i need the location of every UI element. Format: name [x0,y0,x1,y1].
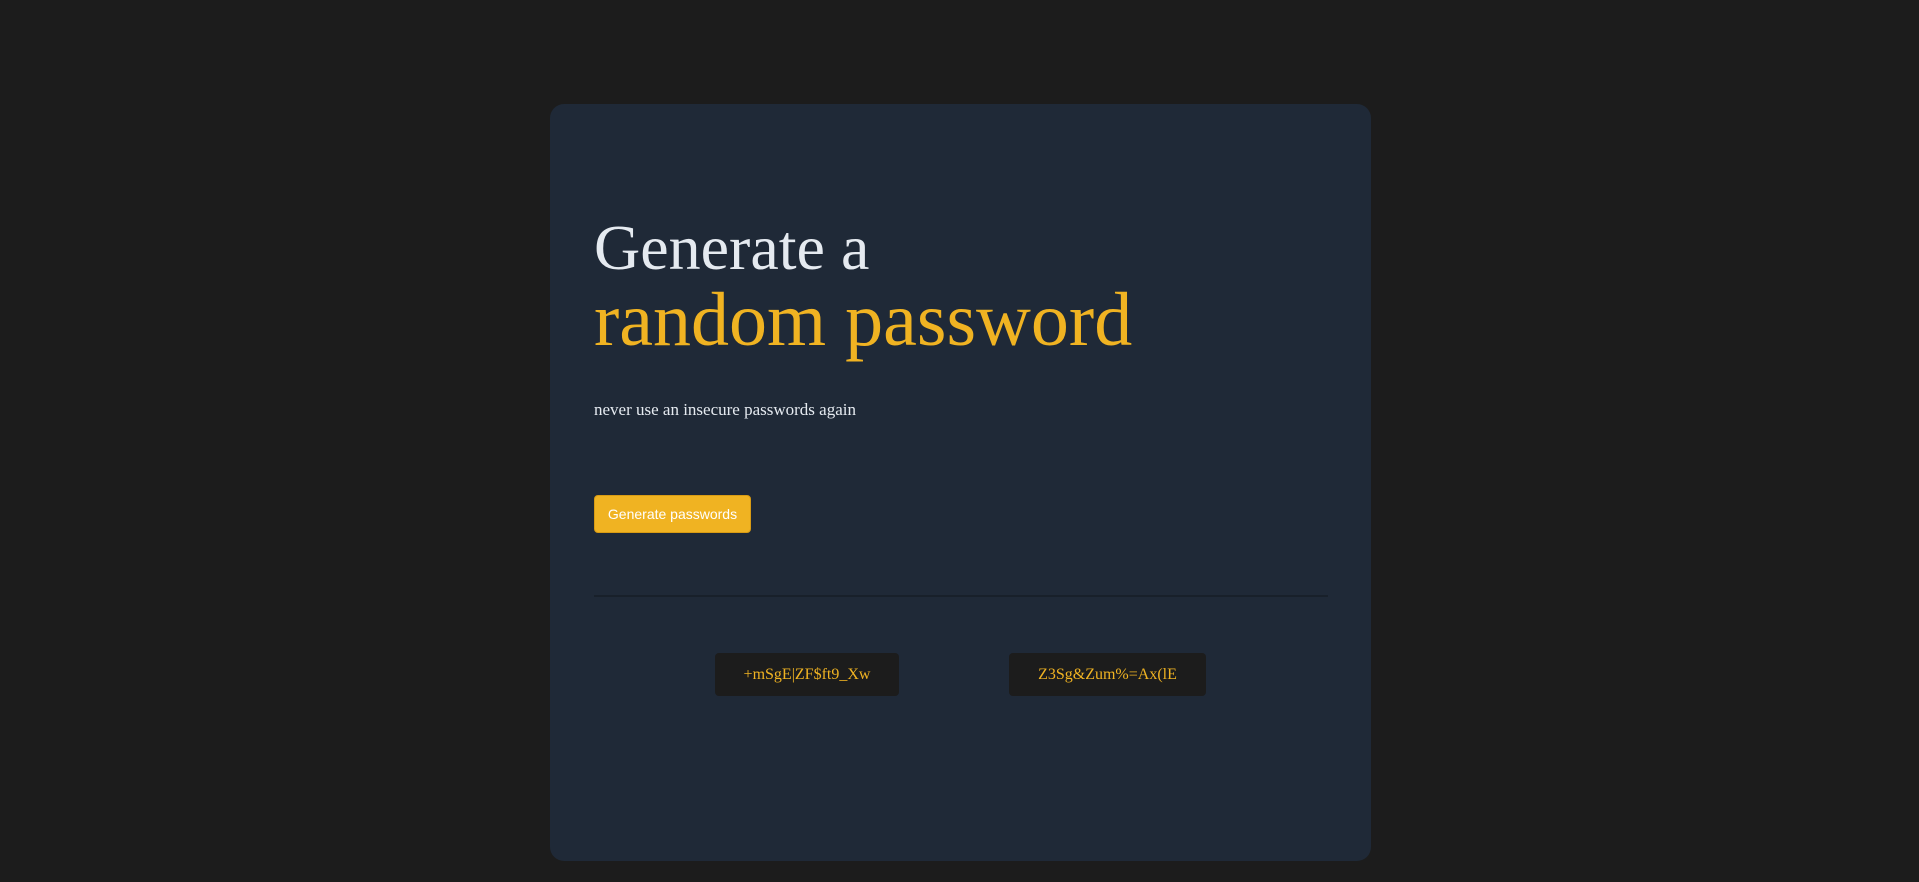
password-output-2[interactable]: Z3Sg&Zum%=Ax(lE [1009,653,1206,696]
generate-passwords-button[interactable]: Generate passwords [594,495,751,533]
page-title: Generate a [594,212,870,283]
page-title-highlight: random password [594,278,1133,362]
divider [594,595,1328,597]
password-output-1[interactable]: +mSgE|ZF$ft9_Xw [715,653,899,696]
password-generator-card: Generate a random password never use an … [550,104,1371,861]
page-subtitle: never use an insecure passwords again [594,400,856,419]
